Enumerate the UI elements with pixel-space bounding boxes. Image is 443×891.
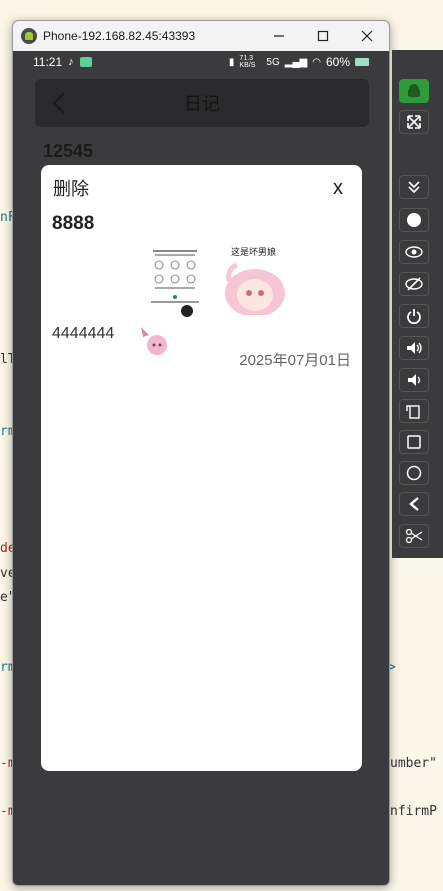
toolbar-button-show[interactable]: [399, 240, 429, 264]
toolbar-button-record[interactable]: [399, 208, 429, 232]
maximize-icon: [317, 30, 329, 42]
toolbar-button-overview[interactable]: [399, 430, 429, 454]
phone-window: Phone-192.168.82.45:43393 11:21 ♪ ▮ 71.3…: [12, 20, 390, 886]
network-type: 5G: [266, 56, 280, 68]
window-titlebar[interactable]: Phone-192.168.82.45:43393: [13, 21, 389, 51]
close-window-button[interactable]: [345, 21, 389, 51]
fullscreen-icon: [407, 115, 421, 129]
diary-entry-title[interactable]: 12545: [43, 141, 93, 162]
back-icon: [409, 497, 419, 511]
circle-icon: [406, 465, 422, 481]
entry-image-sticker[interactable]: [139, 325, 171, 357]
volume-up-icon: [407, 342, 422, 354]
toolbar-button-screenshot[interactable]: [399, 524, 429, 548]
image-caption: 这是坏男娘: [231, 246, 276, 258]
back-arrow-icon: [52, 92, 65, 114]
network-speed: 71.3 KB/S: [239, 55, 256, 69]
toolbar-button-fullscreen[interactable]: [399, 110, 429, 134]
vibrate-icon: ▮: [228, 56, 235, 68]
signal-icon: ▂▄▆: [284, 56, 308, 68]
battery-icon: [355, 58, 369, 66]
entry-image-meme[interactable]: [147, 247, 203, 319]
code-fragment: umber": [390, 756, 437, 771]
chevron-double-down-icon: [408, 181, 420, 194]
toolbar-button-volume-up[interactable]: [399, 336, 429, 360]
maximize-button[interactable]: [301, 21, 345, 51]
dialog-close-button[interactable]: x: [326, 177, 350, 200]
toolbar-button-back[interactable]: [399, 492, 429, 516]
toolbar-button-android[interactable]: [399, 79, 429, 103]
battery-percent: 60%: [325, 55, 350, 69]
entry-content: 4444444: [52, 325, 115, 342]
toolbar-button-collapse[interactable]: [399, 175, 429, 199]
square-icon: [407, 435, 421, 449]
delete-dialog: 删除 x 8888 这是坏男娘 4444444 2025年07月01日: [41, 165, 362, 771]
power-icon: [407, 309, 421, 324]
status-time: 11:21: [33, 55, 63, 69]
device-control-toolbar: [392, 50, 443, 558]
eye-off-icon: [405, 277, 423, 291]
window-title: Phone-192.168.82.45:43393: [43, 29, 196, 43]
app-header: 日记: [35, 79, 369, 127]
eye-icon: [405, 246, 423, 258]
record-icon: [407, 213, 421, 227]
wifi-icon: ◠: [312, 56, 321, 68]
tiktok-icon: ♪: [68, 56, 74, 68]
close-icon: [361, 30, 373, 42]
toolbar-button-hide[interactable]: [399, 272, 429, 296]
android-icon: [408, 84, 420, 97]
android-app-icon: [21, 28, 37, 44]
app-title: 日记: [184, 94, 220, 114]
entry-image-anime[interactable]: 这是坏男娘: [217, 245, 293, 315]
entry-date: 2025年07月01日: [239, 352, 351, 369]
toolbar-button-volume-down[interactable]: [399, 368, 429, 392]
minimize-button[interactable]: [257, 21, 301, 51]
notification-icon: [79, 57, 92, 67]
dialog-title[interactable]: 删除: [53, 175, 89, 201]
toolbar-button-power[interactable]: [399, 304, 429, 328]
rotate-icon: [406, 405, 420, 419]
back-button[interactable]: [35, 79, 83, 127]
toolbar-button-rotate[interactable]: [399, 399, 429, 423]
toolbar-button-home[interactable]: [399, 461, 429, 485]
entry-title: 8888: [52, 213, 95, 234]
volume-down-icon: [408, 374, 421, 386]
phone-status-bar: 11:21 ♪ ▮ 71.3 KB/S 5G ▂▄▆ ◠ 60%: [13, 51, 389, 73]
scissors-icon: [405, 529, 423, 543]
code-fragment: nfirmP: [390, 804, 437, 819]
minimize-icon: [274, 35, 284, 37]
